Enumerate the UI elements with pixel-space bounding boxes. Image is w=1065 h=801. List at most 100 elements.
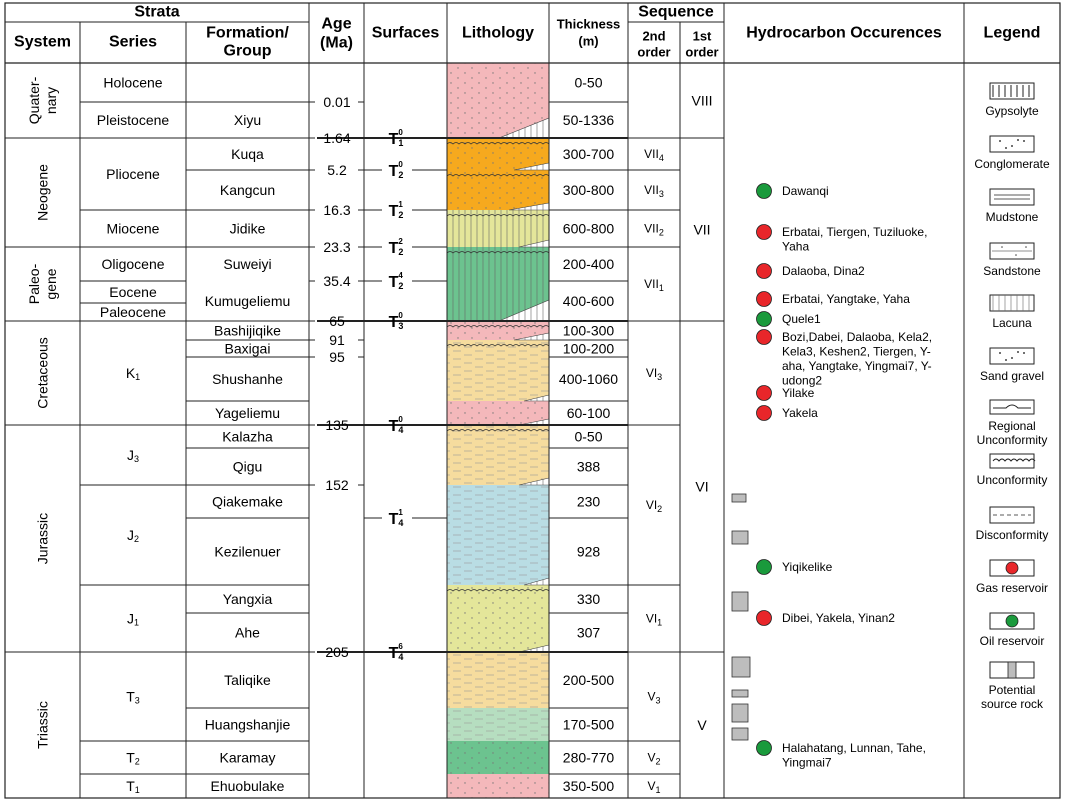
legend-label: Oil reservoir xyxy=(980,634,1045,648)
source-rock-bar xyxy=(731,703,749,723)
lithology-pattern xyxy=(447,340,549,401)
surface-label: T24 xyxy=(389,271,404,292)
legend-header: Legend xyxy=(984,25,1041,42)
age-value: 0.01 xyxy=(323,94,350,110)
thickness-value: 230 xyxy=(577,494,601,510)
thickness-value: 928 xyxy=(577,544,601,560)
legend-label: Mudstone xyxy=(986,210,1039,224)
first-order-label: VIII xyxy=(691,93,712,109)
conglomerate-legend-swatch xyxy=(989,135,1035,153)
occurrence-text: Erbatai, Yangtake, Yaha xyxy=(782,292,910,306)
gas-reservoir-marker xyxy=(756,405,772,421)
age-value: 91 xyxy=(329,332,345,348)
thickness-value: 50-1336 xyxy=(563,112,615,128)
series-label: T2 xyxy=(126,750,140,767)
second-order-label: V1 xyxy=(647,779,660,795)
formation-name: Taliqike xyxy=(224,672,271,688)
age-header: Age xyxy=(321,16,351,33)
system-label-text: Jurassic xyxy=(35,513,51,564)
formation-name: Yangxia xyxy=(223,591,273,607)
first-order-header: order xyxy=(685,45,718,60)
age-value: 23.3 xyxy=(323,239,350,255)
thickness-value: 600-800 xyxy=(563,221,615,237)
occurrence-text: Kela3, Keshen2, Tiergen, Y- xyxy=(782,345,931,359)
legend-label: Potential xyxy=(989,683,1036,697)
occurrence-text: Yilake xyxy=(782,386,815,400)
hydrocarbon-header: Hydrocarbon Occurences xyxy=(746,25,942,42)
occurrence-text: Dibei, Yakela, Yinan2 xyxy=(782,611,895,625)
formation-name: Karamay xyxy=(219,750,275,766)
gravel-dot xyxy=(1017,139,1019,141)
thickness-value: 388 xyxy=(577,459,601,475)
formation-name: Yageliemu xyxy=(215,405,280,421)
occurrence-text: Halahatang, Lunnan, Tahe, xyxy=(782,741,926,755)
formation-name: Suweiyi xyxy=(223,256,271,272)
source-rock-bar xyxy=(731,727,749,741)
lithology-pattern xyxy=(447,401,549,425)
surface-label: T41 xyxy=(389,508,404,529)
occurrence-text: Yaha xyxy=(782,240,809,254)
sand-dot xyxy=(1001,246,1003,248)
formation-name: Bashijiqike xyxy=(214,323,281,339)
age-value: 152 xyxy=(325,477,349,493)
age-header: (Ma) xyxy=(320,35,353,52)
thickness-header: Thickness xyxy=(557,17,621,32)
system-header: System xyxy=(14,34,71,51)
oil-reservoir-marker xyxy=(756,311,772,327)
series-label: Paleocene xyxy=(100,304,166,320)
formation-name: Baxigai xyxy=(225,341,271,357)
source-rock-bar xyxy=(731,493,747,503)
unconformity-legend-swatch xyxy=(989,453,1035,469)
source-rock-bar xyxy=(731,656,751,678)
second-order-label: VII4 xyxy=(644,147,664,163)
lacuna-pattern xyxy=(990,295,1034,311)
gravel-dot xyxy=(999,352,1001,354)
surface-label: T30 xyxy=(389,311,404,332)
gravel-dot xyxy=(1023,140,1025,142)
oil-reservoir-marker xyxy=(756,183,772,199)
sandgravel-legend-swatch xyxy=(989,347,1035,365)
series-label: J3 xyxy=(127,447,139,464)
source-legend-bar xyxy=(1007,661,1017,679)
gas-reservoir-marker xyxy=(756,263,772,279)
surface-label: T22 xyxy=(389,237,404,258)
stratigraphic-column-diagram: Strata System Series Formation/Group Age (Ma)… xyxy=(4,2,1061,799)
surfaces-header: Surfaces xyxy=(372,25,440,42)
gravel-dot xyxy=(1005,359,1007,361)
lithology-pattern xyxy=(447,425,549,485)
series-label: Pliocene xyxy=(106,166,160,182)
gypsolyte-pattern xyxy=(992,85,1032,97)
occurrence-text: aha, Yangtake, Yingmai7, Y- xyxy=(782,359,932,373)
lithology-pattern xyxy=(447,138,549,210)
age-value: 35.4 xyxy=(323,273,350,289)
legend-label: Unconformity xyxy=(977,473,1048,487)
system-label: Quater-nary xyxy=(26,76,59,124)
formation-name: Kuqa xyxy=(231,146,264,162)
system-label-text: Quater- xyxy=(26,76,42,124)
thickness-value: 60-100 xyxy=(567,405,611,421)
thickness-value: 100-200 xyxy=(563,341,615,357)
formation-header: Formation/ xyxy=(206,25,289,42)
gravel-dot xyxy=(1011,145,1013,147)
second-order-label: VI1 xyxy=(646,612,662,628)
age-value: 1.64 xyxy=(323,130,350,146)
system-label-text: nary xyxy=(43,87,59,114)
legend-label: Sandstone xyxy=(983,264,1041,278)
age-value: 95 xyxy=(329,349,345,365)
system-label-text: Cretaceous xyxy=(35,337,51,409)
gas-reservoir-marker xyxy=(756,385,772,401)
series-label: J2 xyxy=(127,527,139,544)
system-label-text: Paleo- xyxy=(26,263,42,304)
formation-name: Kezilenuer xyxy=(214,544,280,560)
thickness-value: 170-500 xyxy=(563,717,615,733)
occurrence-text: Yakela xyxy=(782,406,818,420)
sand-dot xyxy=(1015,254,1017,256)
series-label: Holocene xyxy=(103,75,162,91)
formation-name: Huangshanjie xyxy=(205,717,291,733)
occurrence-text: Dawanqi xyxy=(782,184,829,198)
series-label: J1 xyxy=(127,611,139,628)
first-order-label: VII xyxy=(693,222,710,238)
strata-header: Strata xyxy=(134,4,179,21)
first-order-header: 1st xyxy=(693,29,712,44)
lithology-pattern xyxy=(447,774,549,798)
